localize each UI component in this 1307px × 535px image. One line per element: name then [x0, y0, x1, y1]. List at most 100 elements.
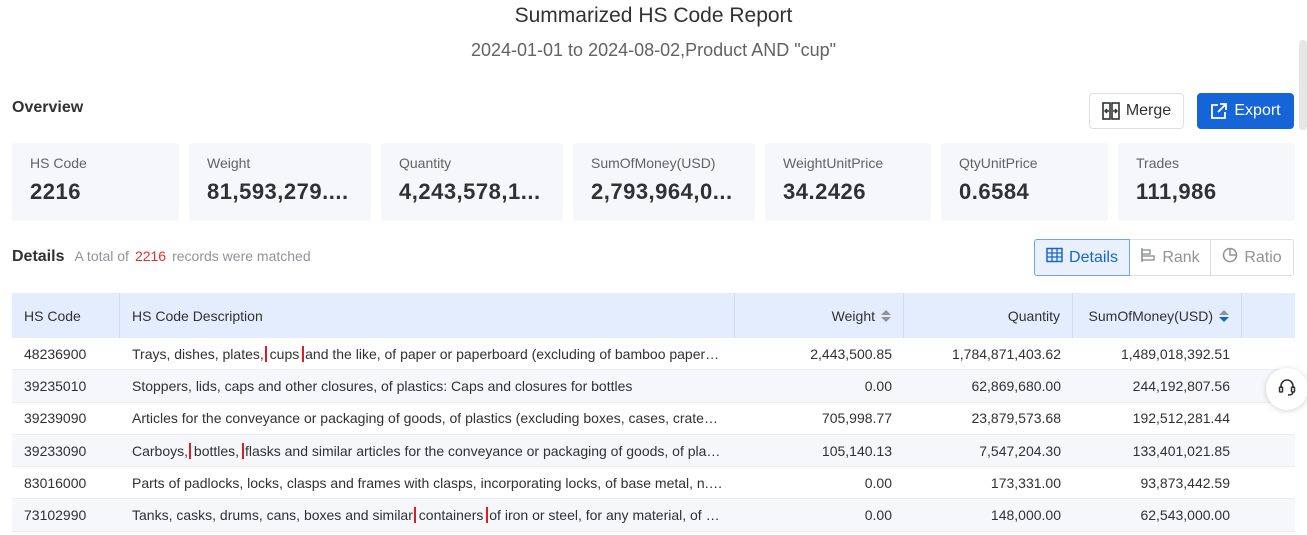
view-ratio-button[interactable]: Ratio: [1210, 239, 1294, 276]
cell-description: Tanks, casks, drums, cans, boxes and sim…: [120, 499, 735, 530]
cell-sum-of-money: 244,192,807.56: [1132, 377, 1230, 394]
view-details-button[interactable]: Details: [1034, 239, 1130, 276]
cell-sum-of-money: 1,489,018,392.51: [1121, 345, 1230, 362]
cell-sum-of-money: 62,543,000.00: [1140, 507, 1230, 524]
view-rank-button[interactable]: Rank: [1129, 239, 1211, 276]
column-weight[interactable]: Weight: [735, 293, 904, 338]
description-text: Stoppers, lids, caps and other closures,…: [132, 378, 632, 394]
table-body: 48236900 Trays, dishes, plates, cups and …: [12, 338, 1295, 532]
description-part: flasks and similar articles for the conv…: [244, 442, 723, 459]
stat-label: HS Code: [30, 155, 87, 171]
records-summary: A total of 2216 records were matched: [74, 248, 310, 264]
description-text: Carboys, bottles, flasks and similar art…: [132, 442, 723, 459]
report-page: Summarized HS Code Report 2024-01-01 to …: [0, 0, 1307, 535]
column-description: HS Code Description: [120, 293, 735, 338]
cell-sum-of-money: 192,512,281.44: [1132, 410, 1230, 427]
cell-description: Stoppers, lids, caps and other closures,…: [120, 370, 735, 401]
view-ratio-label: Ratio: [1244, 248, 1282, 266]
table-row[interactable]: 73102990 Tanks, casks, drums, cans, boxes…: [12, 499, 1295, 532]
stat-weight-unit-price: WeightUnitPrice 34.2426: [765, 143, 931, 221]
cell-hs-code: 39239090: [24, 410, 87, 427]
cell-hs-code: 83016000: [24, 474, 87, 491]
description-text: Trays, dishes, plates, cups and the like…: [132, 345, 723, 362]
description-text: Parts of padlocks, locks, clasps and fra…: [132, 475, 723, 491]
column-label: HS Code: [24, 307, 81, 324]
table-icon: [1046, 247, 1063, 268]
cell-extra: [1242, 435, 1295, 466]
column-extra: [1242, 293, 1295, 338]
table-row[interactable]: 39239090 Articles for the conveyance or p…: [12, 403, 1295, 435]
column-sum-of-money[interactable]: SumOfMoney(USD): [1073, 293, 1242, 338]
stat-sum-of-money: SumOfMoney(USD) 2,793,964,0...: [573, 143, 755, 221]
description-part: of iron or steel, for any material, of a…: [489, 507, 723, 524]
stat-value: 2,793,964,0...: [591, 179, 733, 204]
keyword-highlight: bottles,: [188, 442, 245, 459]
report-subtitle: 2024-01-01 to 2024-08-02,Product AND "cu…: [470, 40, 836, 60]
overview-heading: Overview: [12, 99, 84, 116]
stat-label: Quantity: [399, 155, 452, 171]
cell-weight: 0.00: [864, 507, 892, 524]
description-part: Stoppers, lids, caps and other closures,…: [132, 377, 633, 394]
table-header: HS Code HS Code Description Weight Quant…: [12, 293, 1295, 338]
column-label: Weight: [831, 307, 875, 324]
merge-button[interactable]: Merge: [1089, 93, 1184, 129]
stat-value: 0.6584: [959, 179, 1030, 204]
stat-trades: Trades 111,986: [1118, 143, 1295, 221]
description-text: Articles for the conveyance or packaging…: [132, 410, 723, 426]
export-button[interactable]: Export: [1197, 93, 1294, 129]
table-row[interactable]: 39233090 Carboys, bottles, flasks and sim…: [12, 434, 1295, 468]
cell-extra: [1242, 467, 1295, 498]
column-hs-code: HS Code: [12, 293, 120, 338]
headset-icon: [1277, 377, 1297, 402]
cell-extra: [1242, 338, 1295, 369]
cell-quantity: 7,547,204.30: [979, 442, 1061, 459]
support-button[interactable]: [1266, 368, 1307, 410]
cell-hs-code: 39235010: [24, 377, 87, 394]
cell-weight: 2,443,500.85: [810, 345, 892, 362]
description-part: and the like, of paper or paperboard (ex…: [305, 345, 723, 362]
cell-weight: 705,998.77: [821, 410, 892, 427]
keyword-highlight: cups: [264, 345, 305, 362]
stat-value: 2216: [30, 179, 81, 204]
records-count: 2216: [134, 248, 167, 264]
stat-qty-unit-price: QtyUnitPrice 0.6584: [941, 143, 1108, 221]
table-row[interactable]: 48236900 Trays, dishes, plates, cups and …: [12, 338, 1295, 371]
cell-sum-of-money: 93,873,442.59: [1140, 474, 1230, 491]
cell-sum-of-money: 133,401,021.85: [1132, 442, 1230, 459]
cell-extra: [1242, 499, 1295, 530]
stat-hs-code: HS Code 2216: [12, 143, 179, 221]
records-prefix: A total of: [74, 248, 129, 264]
merge-icon: [1102, 102, 1120, 120]
stat-quantity: Quantity 4,243,578,1...: [381, 143, 563, 221]
cell-quantity: 173,331.00: [990, 474, 1061, 491]
overview-stats: HS Code 2216 Weight 81,593,279.... Quant…: [12, 143, 1295, 221]
hs-code-table: HS Code HS Code Description Weight Quant…: [12, 293, 1295, 532]
cell-weight: 0.00: [864, 377, 892, 394]
cell-hs-code: 39233090: [24, 442, 87, 459]
pie-icon: [1222, 247, 1238, 268]
description-part: Carboys,: [132, 442, 189, 459]
export-label: Export: [1234, 102, 1281, 119]
stat-label: QtyUnitPrice: [959, 155, 1038, 171]
stat-weight: Weight 81,593,279....: [189, 143, 371, 221]
details-header: Details A total of 2216 records were match…: [12, 248, 311, 266]
cell-weight: 0.00: [864, 474, 892, 491]
view-details-label: Details: [1069, 248, 1118, 266]
cell-hs-code: 73102990: [24, 507, 87, 524]
cell-description: Carboys, bottles, flasks and similar art…: [120, 435, 735, 466]
table-row[interactable]: 83016000 Parts of padlocks, locks, clasps…: [12, 467, 1295, 500]
stat-label: Trades: [1136, 155, 1180, 171]
cell-description: Trays, dishes, plates, cups and the like…: [120, 338, 735, 369]
view-rank-label: Rank: [1162, 248, 1200, 266]
cell-description: Articles for the conveyance or packaging…: [120, 403, 735, 434]
sort-desc-icon[interactable]: [1219, 309, 1229, 322]
table-row[interactable]: 39235010 Stoppers, lids, caps and other c…: [12, 370, 1295, 403]
merge-label: Merge: [1125, 102, 1172, 119]
column-quantity: Quantity: [904, 293, 1073, 338]
column-label: SumOfMoney(USD): [1088, 307, 1213, 324]
cell-quantity: 148,000.00: [990, 507, 1061, 524]
stat-label: Weight: [207, 155, 251, 171]
stat-value: 4,243,578,1...: [399, 179, 541, 204]
description-part: Tanks, casks, drums, cans, boxes and sim…: [132, 507, 413, 524]
sort-icon[interactable]: [881, 309, 891, 322]
